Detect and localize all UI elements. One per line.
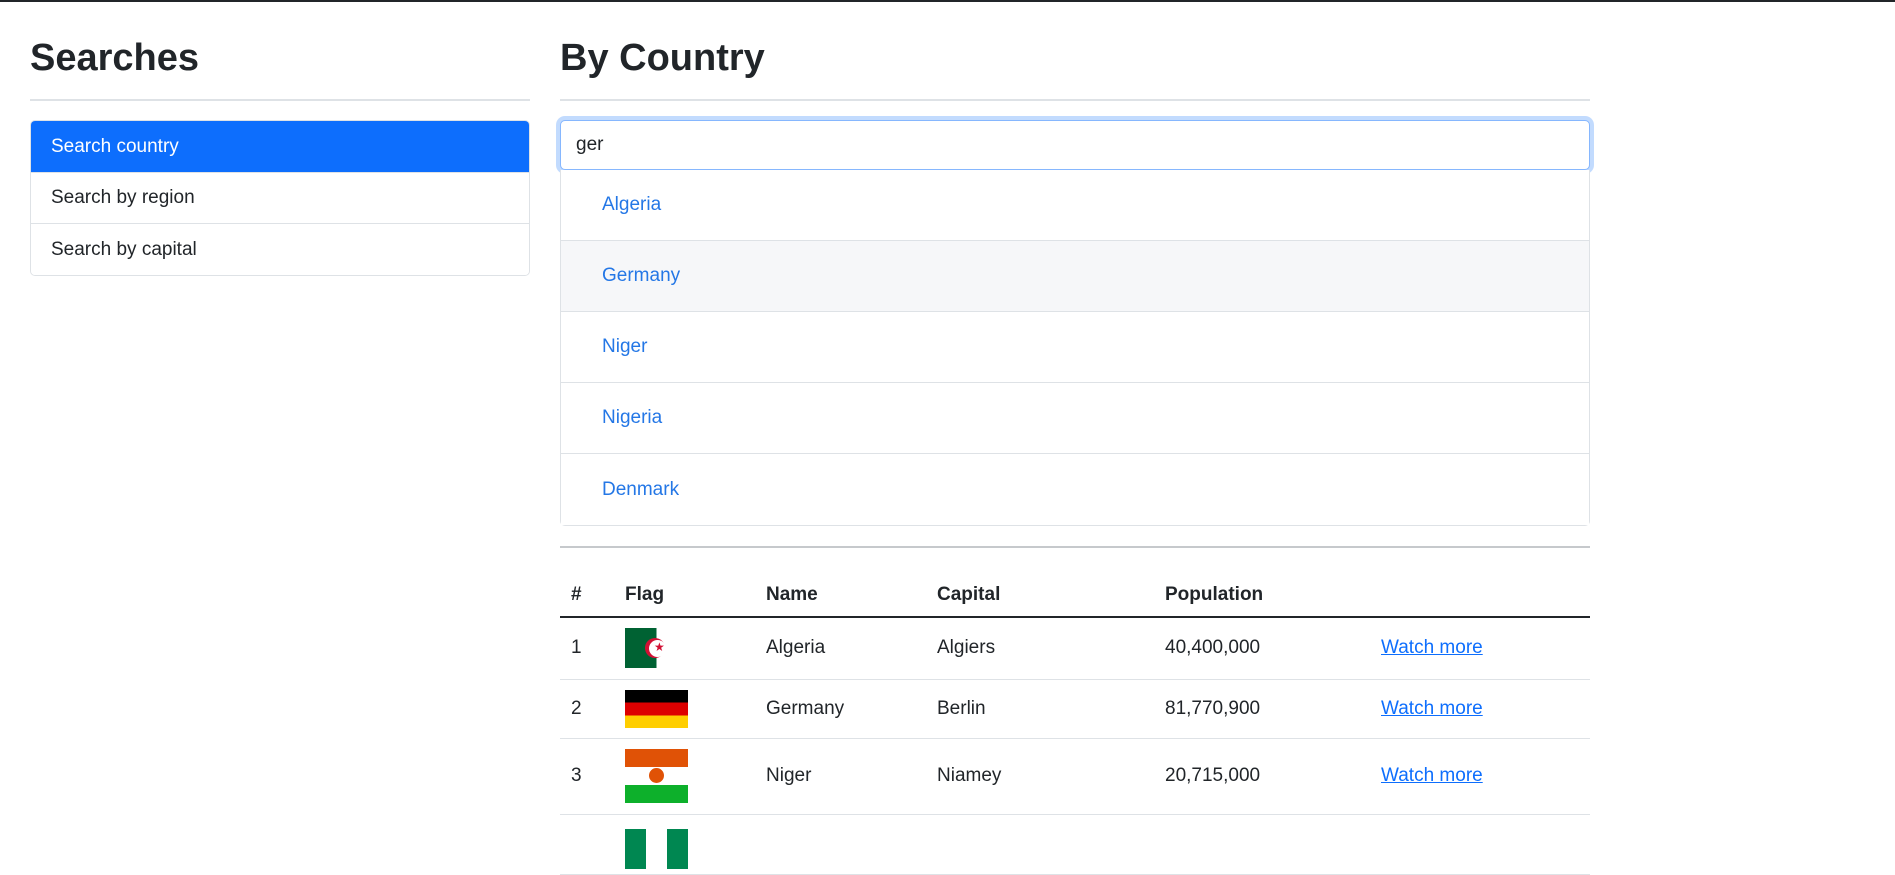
header-capital: Capital	[926, 573, 1154, 618]
row-flag	[614, 738, 755, 815]
header-population: Population	[1154, 573, 1370, 618]
watch-more-link[interactable]: Watch more	[1381, 765, 1483, 786]
row-name: Algeria	[755, 617, 926, 680]
row-actions	[1370, 814, 1590, 875]
row-flag	[614, 814, 755, 875]
nigeria-flag-icon	[625, 828, 688, 869]
row-actions: Watch more	[1370, 617, 1590, 680]
sidebar: Searches Search country Search by region…	[30, 30, 530, 276]
row-population: 20,715,000	[1154, 738, 1370, 815]
page-title: By Country	[560, 37, 765, 79]
sidebar-item-search-by-region[interactable]: Search by region	[31, 173, 529, 224]
algeria-flag-icon: ★	[625, 628, 688, 669]
row-actions: Watch more	[1370, 679, 1590, 739]
divider	[30, 99, 530, 101]
row-index: 3	[560, 738, 614, 815]
row-population	[1154, 814, 1370, 875]
watch-more-link[interactable]: Watch more	[1381, 637, 1483, 658]
suggestion-denmark[interactable]: Denmark	[561, 454, 1589, 525]
top-border	[0, 0, 1895, 2]
row-population: 40,400,000	[1154, 617, 1370, 680]
header-index: #	[560, 573, 614, 618]
row-index: 1	[560, 617, 614, 680]
main-content: By Country Algeria Germany Niger Nigeria…	[560, 30, 1590, 875]
row-index	[560, 814, 614, 875]
search-menu: Search country Search by region Search b…	[30, 120, 530, 276]
country-search-input[interactable]	[560, 120, 1590, 170]
row-capital: Algiers	[926, 617, 1154, 680]
sidebar-title: Searches	[30, 37, 200, 79]
row-name: Germany	[755, 679, 926, 739]
table-row	[560, 814, 1590, 875]
suggestion-algeria[interactable]: Algeria	[561, 170, 1589, 241]
table-row: 2 Germany Berlin 81,770,900 Watch more	[560, 679, 1590, 739]
header-name: Name	[755, 573, 926, 618]
row-actions: Watch more	[1370, 738, 1590, 815]
row-population: 81,770,900	[1154, 679, 1370, 739]
countries-table: # Flag Name Capital Population 1 ★ Alger…	[560, 573, 1590, 875]
watch-more-link[interactable]: Watch more	[1381, 698, 1483, 719]
suggestion-niger[interactable]: Niger	[561, 312, 1589, 383]
sidebar-item-search-country[interactable]: Search country	[31, 121, 529, 173]
row-capital: Berlin	[926, 679, 1154, 739]
suggestion-nigeria[interactable]: Nigeria	[561, 383, 1589, 454]
table-row: 1 ★ Algeria Algiers 40,400,000 Watch mor…	[560, 617, 1590, 680]
sidebar-item-search-by-capital[interactable]: Search by capital	[31, 224, 529, 275]
germany-flag-icon	[625, 689, 688, 728]
divider	[560, 546, 1590, 548]
autocomplete-dropdown: Algeria Germany Niger Nigeria Denmark	[560, 170, 1590, 526]
niger-flag-icon	[625, 749, 688, 803]
row-name	[755, 814, 926, 875]
divider	[560, 99, 1590, 101]
row-name: Niger	[755, 738, 926, 815]
row-flag: ★	[614, 617, 755, 680]
header-actions	[1370, 573, 1590, 618]
header-flag: Flag	[614, 573, 755, 618]
table-row: 3 Niger Niamey 20,715,000 Watch more	[560, 738, 1590, 815]
table-header-row: # Flag Name Capital Population	[560, 573, 1590, 618]
suggestion-germany[interactable]: Germany	[561, 241, 1589, 312]
row-index: 2	[560, 679, 614, 739]
row-capital	[926, 814, 1154, 875]
row-capital: Niamey	[926, 738, 1154, 815]
row-flag	[614, 679, 755, 739]
